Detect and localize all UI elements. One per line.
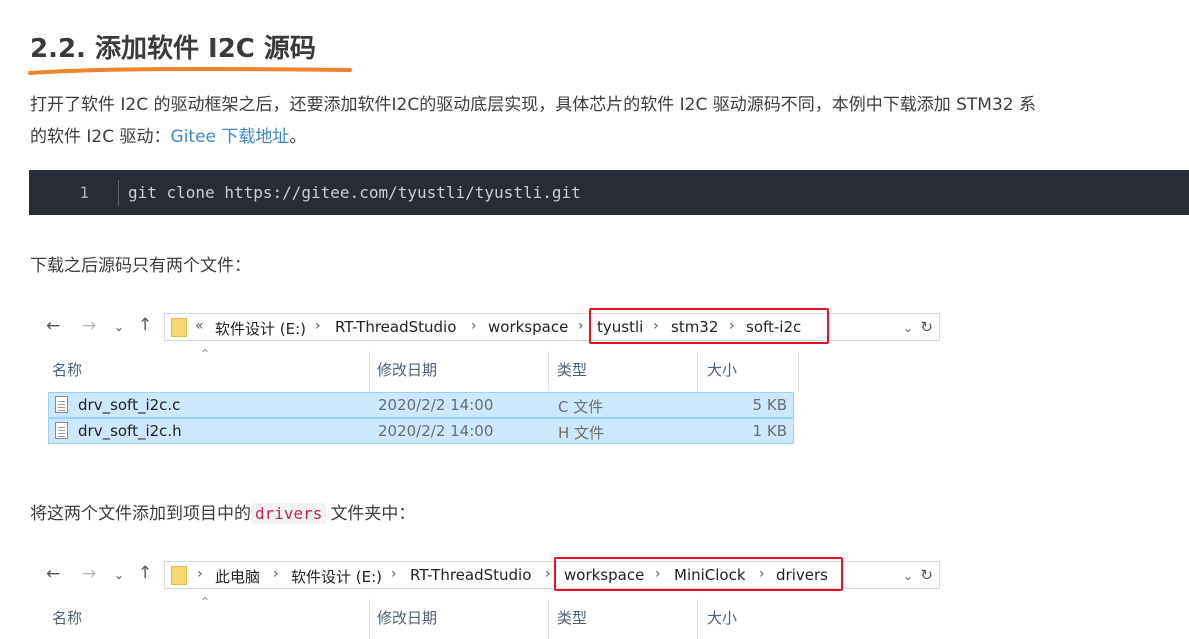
- code-line-number: 1: [79, 183, 89, 202]
- file-icon: [55, 396, 68, 413]
- address-bar[interactable]: › 此电脑 › 软件设计 (E:) › RT-ThreadStudio › wo…: [164, 557, 940, 591]
- file-type: C 文件: [558, 398, 604, 416]
- section-heading: 2.2. 添加软件 I2C 源码: [30, 34, 316, 64]
- intro-line-2-suffix: 。: [289, 127, 307, 147]
- chevron-right-icon: ›: [471, 318, 477, 334]
- breadcrumb-this-pc[interactable]: 此电脑: [215, 566, 260, 587]
- column-divider: [369, 599, 370, 639]
- chevron-down-icon[interactable]: ⌄: [903, 321, 913, 335]
- column-divider: [697, 599, 698, 639]
- arrow-up-icon[interactable]: ↑: [138, 315, 152, 335]
- column-name[interactable]: 名称: [52, 359, 82, 380]
- folder-icon: [171, 318, 187, 337]
- chevron-right-icon: ›: [759, 566, 765, 582]
- file-type: H 文件: [558, 424, 605, 442]
- breadcrumb-drive[interactable]: 软件设计 (E:): [291, 566, 382, 587]
- inline-code-drivers: drivers: [251, 503, 327, 524]
- intro-line-2-prefix: 的软件 I2C 驱动：: [30, 127, 171, 147]
- add-files-paragraph: 将这两个文件添加到项目中的 drivers 文件夹中：: [30, 499, 415, 524]
- arrow-right-icon[interactable]: →: [82, 564, 96, 584]
- column-divider: [548, 351, 549, 391]
- chevron-down-icon[interactable]: ⌄: [114, 320, 124, 334]
- arrow-left-icon[interactable]: ←: [46, 564, 60, 584]
- code-line[interactable]: git clone https://gitee.com/tyustli/tyus…: [128, 170, 581, 215]
- breadcrumb-drivers[interactable]: drivers: [776, 566, 828, 584]
- sort-up-icon: ⌃: [200, 347, 211, 361]
- arrow-up-icon[interactable]: ↑: [138, 563, 152, 583]
- chevron-right-icon: ›: [197, 566, 203, 582]
- arrow-right-icon[interactable]: →: [82, 316, 96, 336]
- add-files-prefix: 将这两个文件添加到项目中的: [30, 504, 251, 524]
- explorer-screenshot-2: ← → ⌄ ↑ › 此电脑 › 软件设计 (E:) › RT-ThreadStu…: [40, 557, 950, 639]
- column-modified[interactable]: 修改日期: [377, 607, 437, 628]
- chevron-right-icon: ›: [391, 566, 397, 582]
- column-divider: [798, 351, 799, 391]
- column-size[interactable]: 大小: [707, 607, 737, 628]
- breadcrumb-rtthreadstudio[interactable]: RT-ThreadStudio: [410, 566, 531, 584]
- column-type[interactable]: 类型: [557, 607, 587, 628]
- file-date: 2020/2/2 14:00: [378, 396, 494, 414]
- intro-line-1: 打开了软件 I2C 的驱动框架之后，还要添加软件I2C的驱动底层实现，具体芯片的…: [30, 95, 1036, 115]
- refresh-icon[interactable]: ↻: [920, 318, 933, 336]
- file-name[interactable]: drv_soft_i2c.h: [78, 422, 182, 440]
- files-paragraph: 下载之后源码只有两个文件：: [30, 256, 251, 276]
- intro-line-2: 的软件 I2C 驱动：Gitee 下载地址。: [30, 122, 306, 147]
- file-size: 1 KB: [752, 422, 787, 440]
- chevron-right-icon: ›: [655, 566, 661, 582]
- crumb-overflow[interactable]: «: [195, 318, 204, 334]
- add-files-suffix: 文件夹中：: [330, 504, 416, 524]
- column-divider: [697, 351, 698, 391]
- breadcrumb-stm32[interactable]: stm32: [671, 318, 718, 336]
- chevron-right-icon: ›: [653, 318, 659, 334]
- code-block: 1 git clone https://gitee.com/tyustli/ty…: [29, 170, 1189, 215]
- sort-up-icon: ⌃: [200, 595, 211, 609]
- chevron-right-icon: ›: [545, 566, 551, 582]
- file-row[interactable]: drv_soft_i2c.c 2020/2/2 14:00 C 文件 5 KB: [48, 392, 794, 418]
- breadcrumb-rtthreadstudio[interactable]: RT-ThreadStudio: [335, 318, 456, 336]
- arrow-left-icon[interactable]: ←: [46, 316, 60, 336]
- code-gutter-divider: [118, 180, 119, 206]
- breadcrumb-workspace[interactable]: workspace: [564, 566, 644, 584]
- gitee-download-link[interactable]: Gitee 下载地址: [171, 127, 290, 147]
- file-row[interactable]: drv_soft_i2c.h 2020/2/2 14:00 H 文件 1 KB: [48, 418, 794, 444]
- refresh-icon[interactable]: ↻: [920, 566, 933, 584]
- folder-icon: [171, 566, 187, 585]
- breadcrumb-miniclock[interactable]: MiniClock: [674, 566, 746, 584]
- file-icon: [55, 422, 68, 439]
- heading-underline: [28, 67, 352, 75]
- breadcrumb-drive[interactable]: 软件设计 (E:): [215, 318, 306, 339]
- breadcrumb-tyustli[interactable]: tyustli: [597, 318, 643, 336]
- column-size[interactable]: 大小: [707, 359, 737, 380]
- chevron-right-icon: ›: [729, 318, 735, 334]
- breadcrumb-soft-i2c[interactable]: soft-i2c: [746, 318, 801, 336]
- column-modified[interactable]: 修改日期: [377, 359, 437, 380]
- column-header-row: ⌃ 名称 修改日期 类型 大小: [40, 595, 820, 639]
- chevron-right-icon: ›: [578, 318, 584, 334]
- address-bar[interactable]: « 软件设计 (E:) › RT-ThreadStudio › workspac…: [164, 308, 940, 344]
- explorer-screenshot-1: ← → ⌄ ↑ « 软件设计 (E:) › RT-ThreadStudio › …: [40, 308, 950, 453]
- column-header-row: ⌃ 名称 修改日期 类型 大小: [40, 347, 820, 391]
- column-name[interactable]: 名称: [52, 607, 82, 628]
- file-size: 5 KB: [752, 396, 787, 414]
- file-date: 2020/2/2 14:00: [378, 422, 494, 440]
- chevron-down-icon[interactable]: ⌄: [114, 568, 124, 582]
- breadcrumb-workspace[interactable]: workspace: [488, 318, 568, 336]
- file-name[interactable]: drv_soft_i2c.c: [78, 396, 180, 414]
- column-divider: [548, 599, 549, 639]
- chevron-right-icon: ›: [273, 566, 279, 582]
- chevron-down-icon[interactable]: ⌄: [903, 569, 913, 583]
- chevron-right-icon: ›: [315, 318, 321, 334]
- column-divider: [369, 351, 370, 391]
- column-type[interactable]: 类型: [557, 359, 587, 380]
